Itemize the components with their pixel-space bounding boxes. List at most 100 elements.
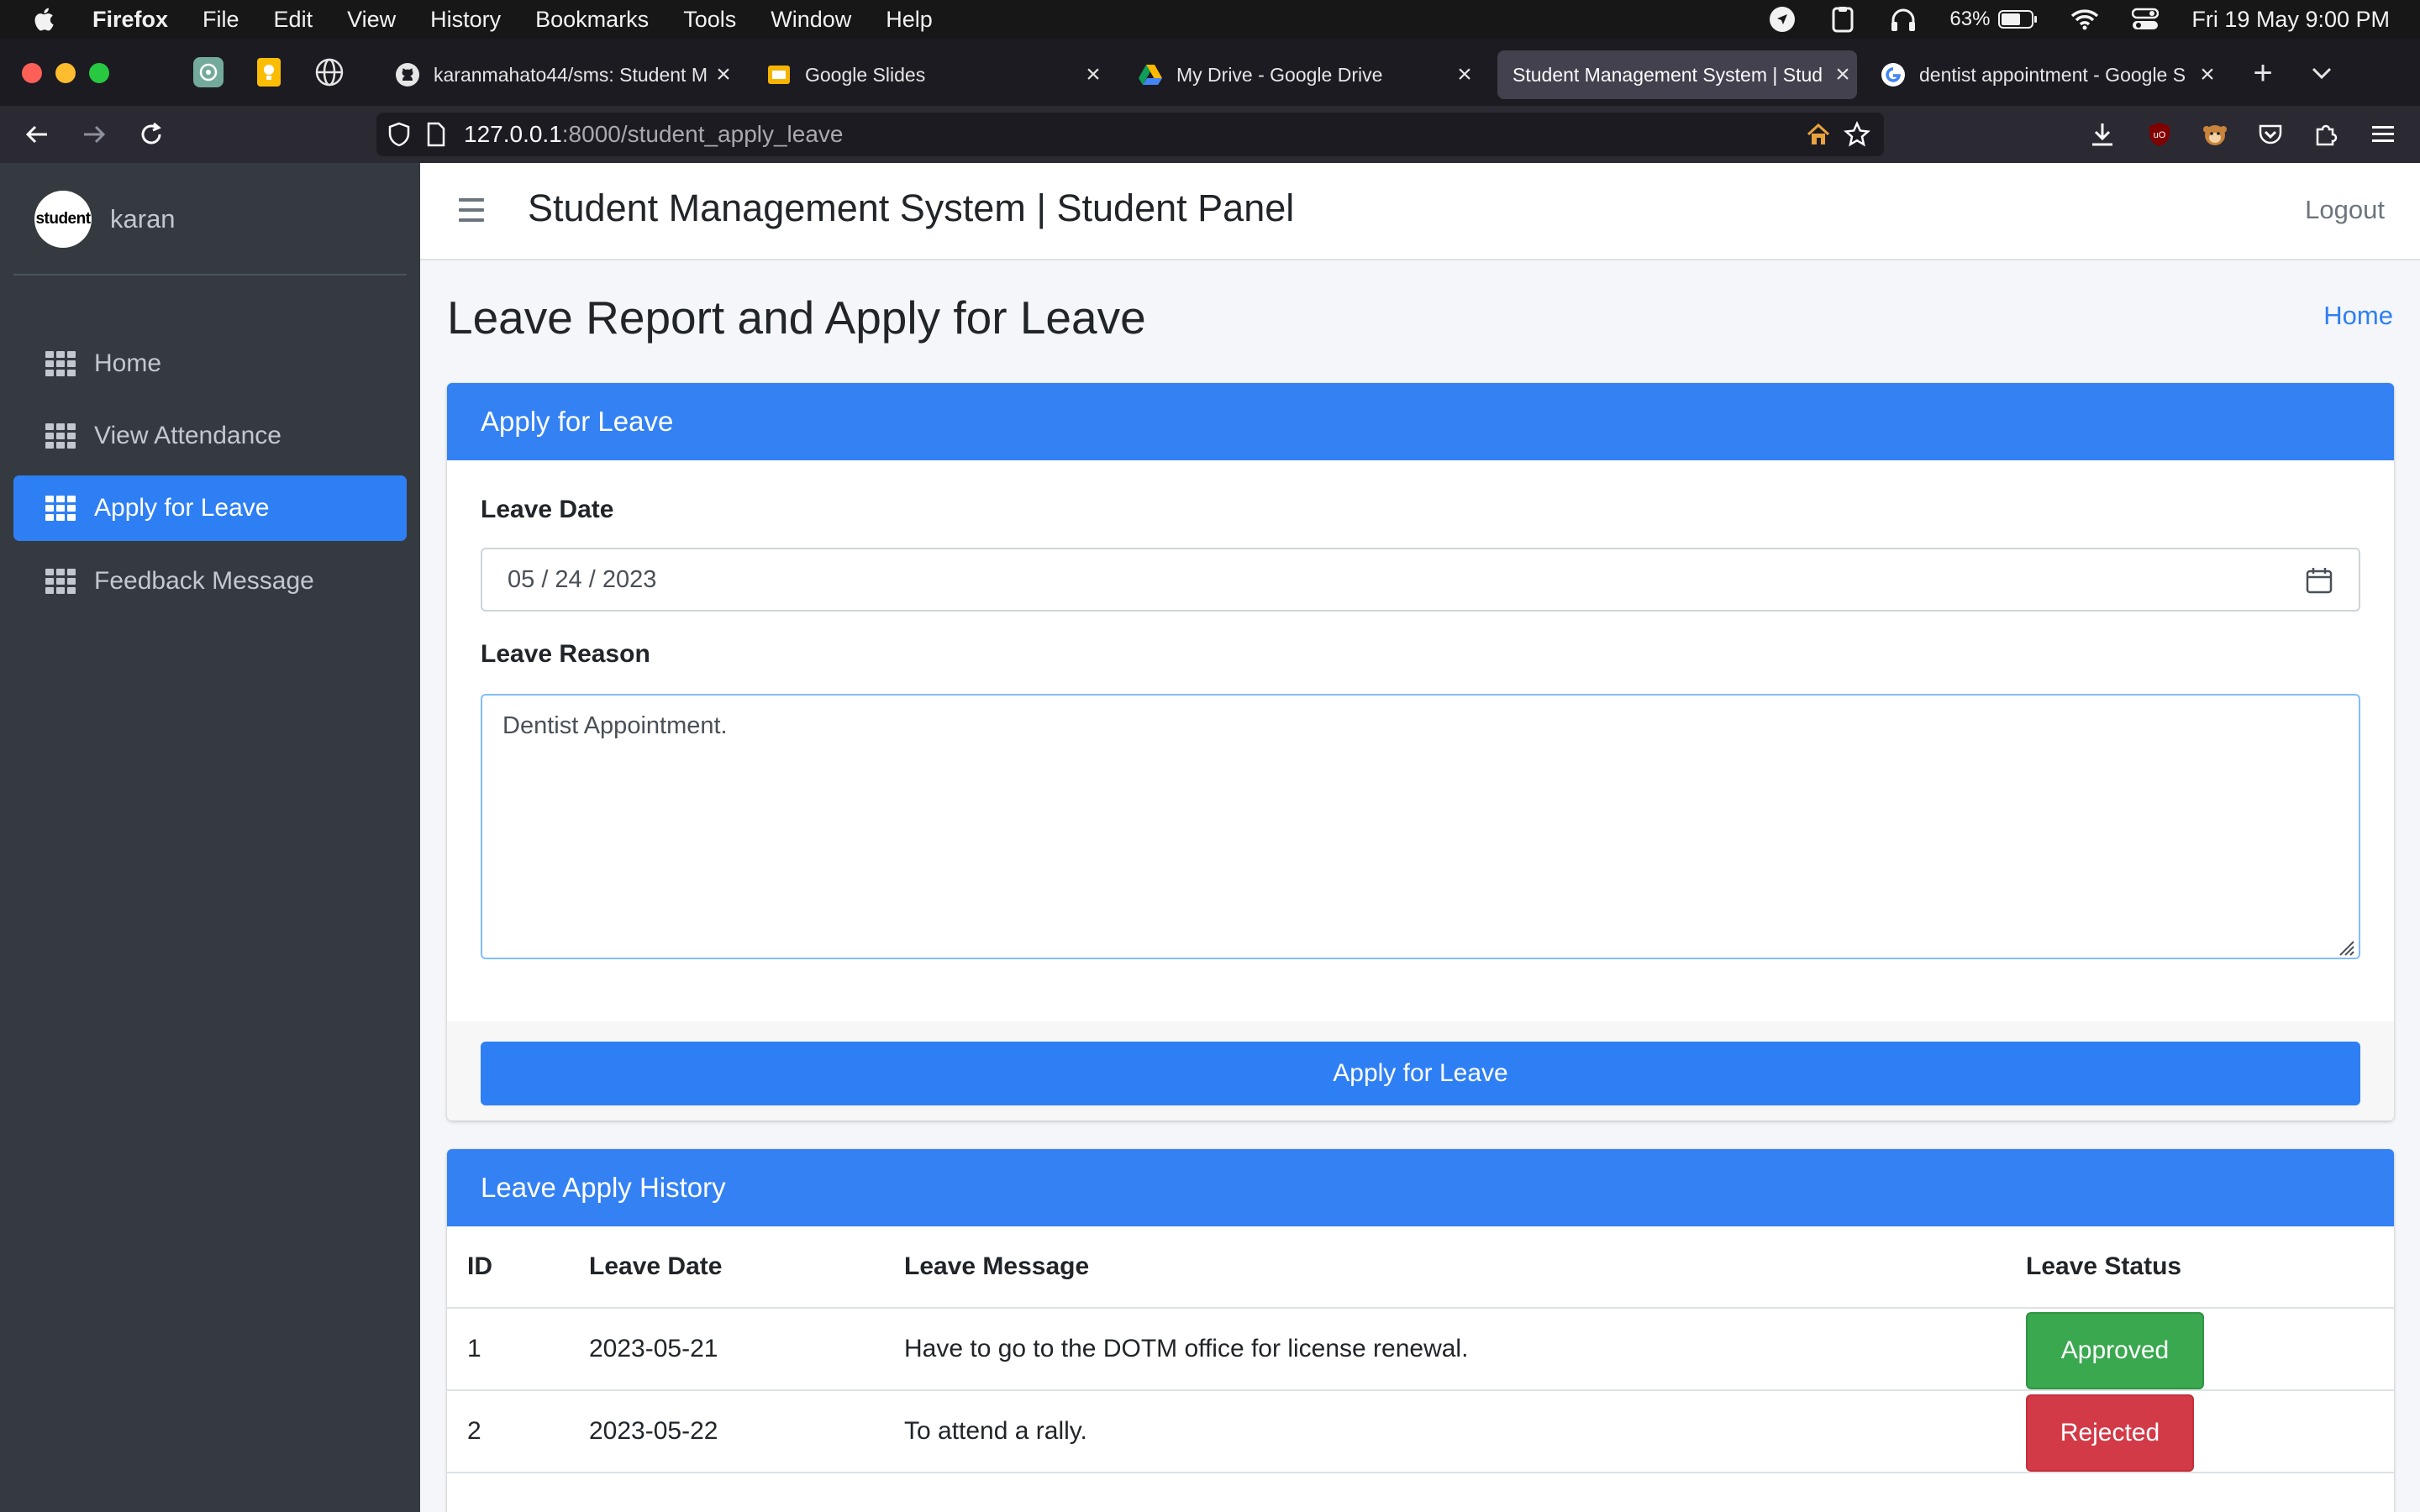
page-title: Leave Report and Apply for Leave bbox=[447, 291, 1146, 344]
pinned-tab-chatgpt-icon[interactable] bbox=[193, 57, 224, 87]
tab-title: My Drive - Google Drive bbox=[1176, 63, 1383, 86]
pocket-icon[interactable] bbox=[2255, 119, 2286, 150]
menu-edit[interactable]: Edit bbox=[274, 7, 313, 33]
url-text[interactable]: 127.0.0.1:8000/student_apply_leave bbox=[464, 121, 844, 148]
downloads-icon[interactable] bbox=[2087, 119, 2118, 150]
close-icon[interactable]: × bbox=[1079, 60, 1107, 89]
column-header-leave-message: Leave Message bbox=[904, 1252, 1090, 1280]
sidebar-item-home[interactable]: Home bbox=[13, 331, 407, 396]
window-zoom-button[interactable] bbox=[89, 63, 109, 83]
sidebar-item-label: Home bbox=[94, 349, 162, 377]
cell-id: 1 bbox=[467, 1335, 481, 1362]
pinned-tab-globe-icon[interactable] bbox=[314, 57, 345, 87]
grid-icon bbox=[45, 569, 76, 594]
sidebar-divider bbox=[13, 274, 407, 276]
location-arrow-icon[interactable] bbox=[1768, 5, 1797, 34]
menu-clock[interactable]: Fri 19 May 9:00 PM bbox=[2191, 7, 2390, 33]
leave-reason-value: Dentist Appointment. bbox=[502, 712, 728, 739]
status-approved-button[interactable]: Approved bbox=[2026, 1312, 2204, 1389]
apply-for-leave-button[interactable]: Apply for Leave bbox=[481, 1042, 2360, 1105]
apply-leave-card-title: Apply for Leave bbox=[447, 383, 2394, 460]
close-icon[interactable]: × bbox=[709, 60, 738, 89]
control-center-icon[interactable] bbox=[2131, 5, 2160, 34]
browser-navigation-bar: 127.0.0.1:8000/student_apply_leave uO bbox=[0, 106, 2420, 163]
shield-icon[interactable] bbox=[385, 120, 413, 149]
leave-reason-label: Leave Reason bbox=[481, 640, 650, 668]
logout-link[interactable]: Logout bbox=[2305, 195, 2385, 225]
home-icon[interactable] bbox=[1803, 119, 1833, 150]
ublock-origin-icon[interactable]: uO bbox=[2144, 119, 2175, 150]
reload-icon[interactable] bbox=[136, 119, 166, 150]
sidebar-item-view-attendance[interactable]: View Attendance bbox=[13, 403, 407, 469]
svg-text:uO: uO bbox=[2154, 130, 2166, 140]
menu-tools[interactable]: Tools bbox=[683, 7, 736, 33]
sidebar-item-apply-for-leave[interactable]: Apply for Leave bbox=[13, 475, 407, 541]
menu-view[interactable]: View bbox=[347, 7, 396, 33]
close-icon[interactable]: × bbox=[2193, 60, 2222, 89]
tab-google-slides[interactable]: Google Slides × bbox=[751, 50, 1107, 99]
sidebar-item-feedback-message[interactable]: Feedback Message bbox=[13, 549, 407, 614]
menu-app-name[interactable]: Firefox bbox=[92, 7, 168, 33]
new-tab-plus-icon[interactable]: + bbox=[2249, 56, 2277, 90]
macos-menu-bar: Firefox File Edit View History Bookmarks… bbox=[0, 0, 2420, 39]
tab-google-search[interactable]: dentist appointment - Google S × bbox=[1865, 50, 2222, 99]
extensions-puzzle-icon[interactable] bbox=[2311, 119, 2341, 150]
resize-grip-icon[interactable] bbox=[2337, 936, 2355, 956]
tab-title: Student Management System | Stud bbox=[1512, 63, 1823, 86]
status-rejected-button[interactable]: Rejected bbox=[2026, 1394, 2194, 1472]
avatar[interactable]: student bbox=[34, 191, 92, 248]
list-tabs-chevron-icon[interactable] bbox=[2307, 59, 2336, 87]
cell-leave-message: To attend a rally. bbox=[904, 1417, 1087, 1445]
wifi-icon[interactable] bbox=[2070, 5, 2099, 34]
menu-file[interactable]: File bbox=[203, 7, 239, 33]
menu-help[interactable]: Help bbox=[886, 7, 933, 33]
sidebar-item-label: Apply for Leave bbox=[94, 494, 270, 522]
window-minimize-button[interactable] bbox=[55, 63, 76, 83]
tampermonkey-icon[interactable] bbox=[2200, 119, 2230, 150]
grid-icon bbox=[45, 423, 76, 449]
grid-icon bbox=[45, 351, 76, 376]
window-close-button[interactable] bbox=[22, 63, 42, 83]
hamburger-menu-icon[interactable] bbox=[2368, 119, 2398, 150]
app-title: Student Management System | Student Pane… bbox=[528, 186, 1295, 229]
apple-icon[interactable] bbox=[32, 6, 59, 33]
leave-history-card-title: Leave Apply History bbox=[447, 1149, 2394, 1226]
menu-history[interactable]: History bbox=[430, 7, 501, 33]
leave-date-input[interactable]: 05 / 24 / 2023 bbox=[481, 548, 2360, 612]
clipboard-icon[interactable] bbox=[1828, 5, 1857, 34]
leave-history-table: ID Leave Date Leave Message Leave Status… bbox=[447, 1226, 2394, 1473]
forward-arrow-icon[interactable] bbox=[79, 119, 109, 150]
menu-bookmarks[interactable]: Bookmarks bbox=[535, 7, 649, 33]
table-row: 2 2023-05-22 To attend a rally. Rejected bbox=[447, 1391, 2394, 1473]
pinned-tab-keep-icon[interactable] bbox=[254, 57, 284, 87]
sidebar-item-label: Feedback Message bbox=[94, 567, 314, 595]
drive-icon bbox=[1138, 62, 1163, 87]
browser-tab-strip: karanmahato44/sms: Student M × Google Sl… bbox=[0, 39, 2420, 106]
close-icon[interactable]: × bbox=[1828, 60, 1857, 89]
app-header: Student Management System | Student Pane… bbox=[420, 163, 2420, 260]
menu-window[interactable]: Window bbox=[771, 7, 851, 33]
page-icon[interactable] bbox=[422, 120, 450, 149]
back-arrow-icon[interactable] bbox=[22, 119, 52, 150]
tab-title: dentist appointment - Google S bbox=[1919, 63, 2186, 86]
cell-leave-message: Have to go to the DOTM office for licens… bbox=[904, 1335, 1469, 1362]
battery-icon[interactable] bbox=[1998, 5, 2039, 34]
hamburger-menu-icon[interactable] bbox=[459, 198, 484, 222]
url-bar[interactable]: 127.0.0.1:8000/student_apply_leave bbox=[376, 113, 1884, 156]
sidebar-username[interactable]: karan bbox=[110, 204, 176, 234]
tab-github[interactable]: karanmahato44/sms: Student M × bbox=[380, 50, 738, 99]
column-header-leave-date: Leave Date bbox=[589, 1252, 723, 1280]
cell-leave-date: 2023-05-22 bbox=[589, 1417, 718, 1445]
leave-reason-textarea[interactable]: Dentist Appointment. bbox=[481, 694, 2360, 959]
bookmark-star-icon[interactable] bbox=[1842, 119, 1872, 150]
tab-google-drive[interactable]: My Drive - Google Drive × bbox=[1123, 50, 1479, 99]
calendar-icon[interactable] bbox=[2305, 566, 2333, 595]
tab-student-management[interactable]: Student Management System | Stud × bbox=[1497, 50, 1857, 99]
sidebar-user-panel[interactable]: student karan bbox=[0, 163, 420, 276]
close-icon[interactable]: × bbox=[1450, 60, 1479, 89]
sidebar: student karan Home View Attendance Apply… bbox=[0, 163, 420, 1512]
breadcrumb-home-link[interactable]: Home bbox=[2323, 301, 2393, 331]
column-header-id: ID bbox=[467, 1252, 492, 1280]
headphones-icon[interactable] bbox=[1889, 5, 1918, 34]
main-content: Leave Report and Apply for Leave Home Ap… bbox=[420, 260, 2420, 1512]
